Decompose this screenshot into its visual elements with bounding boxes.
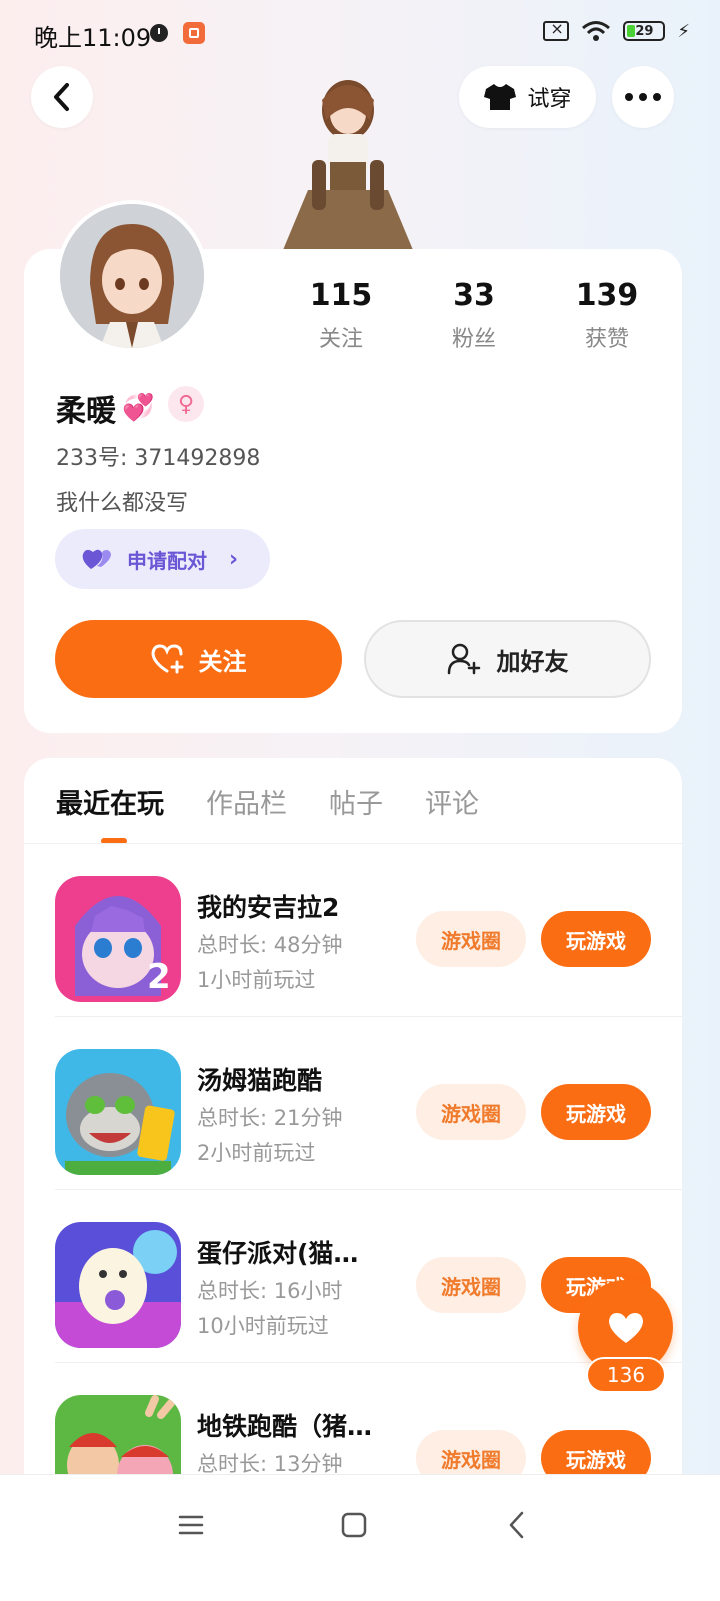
add-friend-button[interactable]: 加好友: [364, 620, 651, 698]
angela-cat-image: 2: [55, 876, 181, 1002]
gender-symbol: ♀: [177, 391, 195, 417]
follow-button[interactable]: 关注: [55, 620, 342, 698]
avatar[interactable]: [56, 200, 208, 352]
game-circle-button[interactable]: 游戏圈: [416, 1084, 526, 1140]
play-game-button[interactable]: 玩游戏: [541, 911, 651, 967]
stat-likes-count: 139: [575, 278, 639, 313]
game-name: 我的安吉拉2: [197, 893, 340, 922]
tab-posts[interactable]: 帖子: [329, 782, 383, 821]
battery-level: 29: [635, 23, 654, 39]
profile-tabs: 最近在玩 作品栏 帖子 评论: [56, 782, 479, 821]
nickname-text: 柔暖: [56, 394, 116, 429]
tom-cat-image: [55, 1049, 181, 1175]
pair-request-button[interactable]: 申请配对 ›: [55, 529, 270, 589]
play-game-button[interactable]: 玩游戏: [541, 1084, 651, 1140]
try-on-button[interactable]: 试穿: [459, 66, 596, 128]
like-count: 136: [586, 1357, 666, 1393]
menu-icon: [178, 1515, 204, 1535]
wifi-icon: [582, 21, 611, 41]
stat-following-label: 关注: [318, 327, 363, 352]
game-icon-tom-run[interactable]: [55, 1049, 181, 1175]
add-user-icon: [447, 643, 480, 675]
heart-plus-icon: [150, 644, 183, 674]
eggy-party-image: [55, 1222, 181, 1348]
stat-following-count: 115: [309, 278, 373, 313]
tab-recent-games[interactable]: 最近在玩: [56, 782, 164, 821]
svg-text:2: 2: [147, 957, 171, 997]
bio: 我什么都没写: [56, 491, 189, 516]
menu-nav-button[interactable]: [171, 1505, 211, 1545]
game-icon-eggy-party[interactable]: [55, 1222, 181, 1348]
more-options-button[interactable]: [612, 66, 674, 128]
game-duration: 总时长: 21分钟: [197, 1106, 343, 1130]
avatar-portrait-image: [60, 204, 204, 348]
system-nav-bar: [0, 1474, 720, 1601]
add-friend-label: 加好友: [496, 647, 569, 676]
chevron-left-icon: [54, 83, 69, 111]
charging-icon: ⚡: [677, 20, 690, 42]
user-id: 233号: 371492898: [56, 446, 261, 471]
tab-comments[interactable]: 评论: [425, 782, 479, 821]
more-dots-icon: [625, 93, 661, 101]
game-row[interactable]: 2 我的安吉拉2 总时长: 48分钟 1小时前玩过 游戏圈 玩游戏: [24, 844, 682, 1017]
game-name: 地铁跑酷（猪…: [197, 1412, 373, 1441]
stat-following[interactable]: 115 关注: [281, 278, 401, 353]
gender-female-icon: ♀: [168, 386, 204, 422]
back-arrow-icon: [509, 1511, 524, 1539]
pair-request-label: 申请配对: [127, 548, 207, 573]
game-last-played: 10小时前玩过: [197, 1314, 329, 1338]
nickname-emoji: 💞: [122, 393, 155, 423]
stat-likes-label: 获赞: [584, 327, 629, 352]
back-nav-button[interactable]: [497, 1505, 537, 1545]
tshirt-icon: [484, 84, 517, 110]
home-square-icon: [341, 1512, 367, 1538]
game-last-played: 1小时前玩过: [197, 968, 316, 992]
heart-icon: [608, 1312, 643, 1343]
game-name: 蛋仔派对(猫…: [197, 1239, 359, 1268]
app-notification-icon: [183, 22, 205, 44]
status-bar: 晚上11:09 29 ⚡: [0, 0, 720, 70]
home-nav-button[interactable]: [334, 1505, 374, 1545]
try-on-label: 试穿: [527, 87, 572, 112]
game-row[interactable]: 汤姆猫跑酷 总时长: 21分钟 2小时前玩过 游戏圈 玩游戏: [24, 1017, 682, 1190]
game-icon-angela2[interactable]: 2: [55, 876, 181, 1002]
tab-works[interactable]: 作品栏: [206, 782, 287, 821]
game-circle-button[interactable]: 游戏圈: [416, 1257, 526, 1313]
stat-fans-count: 33: [453, 278, 495, 313]
status-time: 晚上11:09: [34, 24, 152, 52]
stat-likes[interactable]: 139 获赞: [547, 278, 667, 353]
battery-icon: 29: [623, 21, 666, 41]
stat-fans-label: 粉丝: [451, 327, 496, 352]
game-name: 汤姆猫跑酷: [197, 1066, 323, 1095]
game-duration: 总时长: 16小时: [197, 1279, 343, 1303]
game-last-played: 2小时前玩过: [197, 1141, 316, 1165]
no-sim-icon: [543, 19, 570, 41]
clock-icon: [150, 24, 168, 42]
chevron-right-icon: ›: [229, 546, 239, 572]
stat-fans[interactable]: 33 粉丝: [414, 278, 534, 353]
back-button[interactable]: [31, 66, 93, 128]
hearts-icon: [82, 549, 111, 569]
game-circle-button[interactable]: 游戏圈: [416, 911, 526, 967]
avatar-3d-figure[interactable]: [278, 70, 418, 250]
nickname: 柔暖 💞: [56, 386, 154, 430]
follow-label: 关注: [198, 647, 247, 676]
game-duration: 总时长: 48分钟: [197, 933, 343, 957]
